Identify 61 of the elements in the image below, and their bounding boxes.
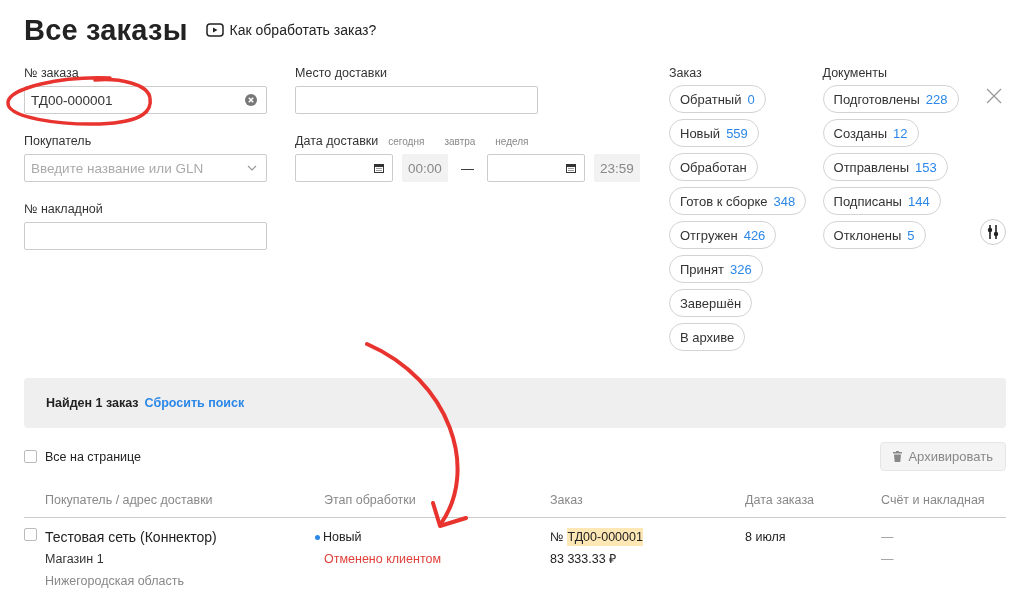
help-link[interactable]: Как обработать заказ? xyxy=(205,22,377,38)
filter-settings-button[interactable] xyxy=(980,219,1006,245)
filter-chip[interactable]: Принят 326 xyxy=(669,255,763,283)
filter-chip[interactable]: Обработан xyxy=(669,153,758,181)
found-count: Найден 1 заказ xyxy=(46,396,139,410)
trash-icon xyxy=(893,451,903,462)
video-icon xyxy=(205,23,224,37)
group-title: Документы xyxy=(822,66,887,80)
filter-chip[interactable]: В архиве xyxy=(669,323,746,351)
select-all-checkbox[interactable] xyxy=(24,450,37,463)
filter-chip[interactable]: Отправлены 153 xyxy=(822,153,948,181)
date-field[interactable] xyxy=(295,154,393,182)
field-label: Дата доставки xyxy=(295,134,379,148)
empty-value-dash: — xyxy=(881,552,894,566)
date-field[interactable] xyxy=(487,154,585,182)
close-icon[interactable] xyxy=(986,88,1002,104)
filter-chip[interactable]: Завершён xyxy=(669,289,753,317)
region-name: Нижегородская область xyxy=(45,573,185,590)
filter-chip[interactable]: Отклонены 5 xyxy=(822,221,926,249)
column-header: Счёт и накладная xyxy=(881,493,986,507)
filter-chip[interactable]: Обратный 0 xyxy=(669,85,766,113)
order-date: 8 июля xyxy=(745,529,787,546)
buyer-dropdown[interactable]: Введите название или GLN xyxy=(24,154,267,182)
filter-chip[interactable]: Готов к сборке 348 xyxy=(669,187,807,215)
calendar-icon[interactable] xyxy=(566,163,576,173)
date-preset-link[interactable]: завтра xyxy=(444,136,476,147)
sliders-icon xyxy=(987,225,999,239)
filter-chip[interactable]: Подготовлены 228 xyxy=(822,85,959,113)
column-header: Этап обработки xyxy=(324,493,417,507)
store-name: Магазин 1 xyxy=(45,551,105,568)
chevron-down-icon xyxy=(247,165,257,171)
calendar-icon[interactable] xyxy=(374,163,384,173)
field-label: Место доставки xyxy=(295,66,388,80)
filter-chip[interactable]: Новый 559 xyxy=(669,119,759,147)
row-checkbox[interactable] xyxy=(24,528,37,541)
date-preset-link[interactable]: неделя xyxy=(495,136,529,147)
field-label: Покупатель xyxy=(24,134,93,148)
date-preset-link[interactable]: сегодня xyxy=(388,136,425,147)
clear-icon[interactable] xyxy=(245,94,257,106)
filter-chip[interactable]: Созданы 12 xyxy=(822,119,919,147)
column-header: Покупатель / адрес доставки xyxy=(45,493,214,507)
range-dash: — xyxy=(461,160,474,176)
filter-chip[interactable]: Отгружен 426 xyxy=(669,221,777,249)
column-header: Дата заказа xyxy=(745,493,816,507)
filter-chip[interactable]: Подписаны 144 xyxy=(822,187,941,215)
number-sign: № xyxy=(550,529,564,546)
delivery-place-field[interactable] xyxy=(295,86,538,114)
field-label: № накладной xyxy=(24,202,104,216)
order-number[interactable]: ТД00-000001 xyxy=(567,528,643,546)
group-title: Заказ xyxy=(669,66,702,80)
order-amount: 83 333.33 ₽ xyxy=(550,551,618,568)
empty-value-dash: — xyxy=(881,530,894,544)
status-note: Отменено клиентом xyxy=(324,551,443,568)
page-title: Все заказы xyxy=(24,13,188,47)
field-label: № заказа xyxy=(24,66,80,80)
invoice-field[interactable] xyxy=(24,222,267,250)
stage-label: Новый xyxy=(323,529,362,546)
select-all-label: Все на странице xyxy=(45,449,142,464)
order-number-field[interactable]: ТД00-000001 xyxy=(24,86,267,114)
column-header: Заказ xyxy=(550,493,584,507)
buyer-name: Тестовая сеть (Коннектор) xyxy=(45,528,218,546)
